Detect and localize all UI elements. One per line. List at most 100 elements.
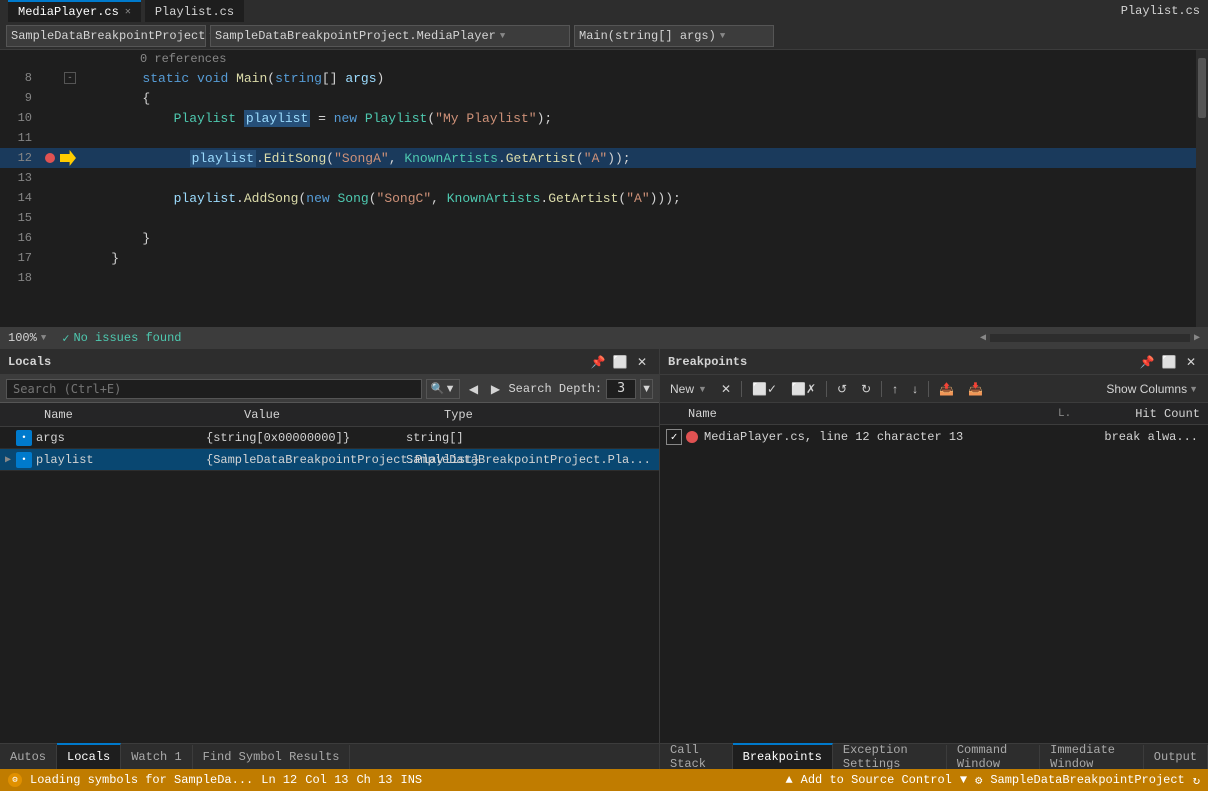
- bp-gutter-12[interactable]: [40, 153, 60, 163]
- class-dropdown-label: SampleDataBreakpointProject.MediaPlayer: [215, 29, 496, 43]
- line-num-16: 16: [0, 231, 40, 245]
- tab-breakpoints[interactable]: Breakpoints: [733, 743, 833, 769]
- status-bar: ⚙ Loading symbols for SampleDa... Ln 12 …: [0, 769, 1208, 791]
- locals-float-btn[interactable]: ⬜: [611, 353, 629, 371]
- bp-export-btn[interactable]: 📤: [933, 378, 960, 400]
- line-num-14: 14: [0, 191, 40, 205]
- issues-indicator: ✓ No issues found: [62, 331, 181, 346]
- status-col: Col 13: [305, 773, 348, 787]
- locals-pin-btn[interactable]: 📌: [589, 353, 607, 371]
- locals-search-input[interactable]: [6, 379, 422, 399]
- tab-output[interactable]: Output: [1144, 745, 1208, 769]
- tab-watch1-label: Watch 1: [131, 750, 181, 764]
- tab-immediate-window[interactable]: Immediate Window: [1040, 745, 1144, 769]
- project-dropdown-label: SampleDataBreakpointProject: [11, 29, 205, 43]
- bp-panel-controls: 📌 ⬜ ✕: [1138, 353, 1200, 371]
- locals-close-btn[interactable]: ✕: [633, 353, 651, 371]
- bp-pin-btn[interactable]: 📌: [1138, 353, 1156, 371]
- add-to-source-control[interactable]: Add to Source Control: [801, 773, 952, 787]
- project-dropdown[interactable]: SampleDataBreakpointProject ▼: [6, 25, 206, 47]
- method-dropdown[interactable]: Main(string[] args) ▼: [574, 25, 774, 47]
- tab-autos-label: Autos: [10, 750, 46, 764]
- locals-panel: Locals 📌 ⬜ ✕ 🔍▼ ◀ ▶ Search Depth: ▼ Name: [0, 349, 660, 769]
- bp-up-btn[interactable]: ↑: [886, 378, 904, 400]
- code-line-8: 8 - static void Main(string[] args): [0, 68, 1196, 88]
- editor-vscrollbar[interactable]: [1196, 50, 1208, 327]
- bp-refresh2-btn[interactable]: ↻: [855, 378, 877, 400]
- locals-row-args[interactable]: • args {string[0x00000000]} string[]: [0, 427, 659, 449]
- locals-nav-prev[interactable]: ◀: [464, 380, 482, 398]
- zoom-dropdown-arrow[interactable]: ▼: [41, 333, 46, 343]
- status-left: ⚙ Loading symbols for SampleDa... Ln 12 …: [8, 773, 422, 787]
- scroll-left[interactable]: ◀: [980, 332, 986, 344]
- bp-float-btn[interactable]: ⬜: [1160, 353, 1178, 371]
- code-line-11: 11: [0, 128, 1196, 148]
- tab-command-window-label: Command Window: [957, 743, 1029, 771]
- bp-row-1[interactable]: ✓ MediaPlayer.cs, line 12 character 13 b…: [660, 425, 1208, 449]
- scroll-indicator[interactable]: ◀ ▶: [980, 332, 1200, 344]
- row-type-args: string[]: [406, 431, 659, 445]
- bp-down-btn[interactable]: ↓: [906, 378, 924, 400]
- locals-row-playlist[interactable]: ▶ • playlist {SampleDataBreakpointProjec…: [0, 449, 659, 471]
- row-expand-playlist[interactable]: ▶: [0, 452, 16, 468]
- bp-name-1: MediaPlayer.cs, line 12 character 13: [704, 430, 1056, 444]
- code-container[interactable]: 0 references 8 - static void Main(string…: [0, 50, 1196, 327]
- bp-enable-all-btn[interactable]: ⬜✓: [746, 378, 783, 400]
- bp-close-btn[interactable]: ✕: [1182, 353, 1200, 371]
- tab-exception-settings[interactable]: Exception Settings: [833, 745, 947, 769]
- depth-input[interactable]: [606, 379, 636, 399]
- code-line-18: 18: [0, 268, 1196, 288]
- line-num-13: 13: [0, 171, 40, 185]
- bp-show-columns-btn[interactable]: Show Columns ▼: [1100, 378, 1204, 400]
- tab-playlistcs[interactable]: Playlist.cs: [145, 0, 244, 22]
- tab-locals[interactable]: Locals: [57, 743, 121, 769]
- check-icon: ✓: [62, 331, 69, 346]
- loading-text: Loading symbols for SampleDa...: [30, 773, 253, 787]
- bp-sep3: [881, 381, 882, 397]
- bp-new-arrow: ▼: [698, 384, 707, 394]
- collapse-8[interactable]: -: [60, 72, 80, 84]
- bp-panel-header: Breakpoints 📌 ⬜ ✕: [660, 349, 1208, 375]
- show-columns-label: Show Columns: [1106, 382, 1187, 396]
- tab-autos[interactable]: Autos: [0, 745, 57, 769]
- bp-tab-bar: Call Stack Breakpoints Exception Setting…: [660, 743, 1208, 769]
- bp-content: ✓ MediaPlayer.cs, line 12 character 13 b…: [660, 425, 1208, 743]
- locals-columns: Name Value Type: [0, 403, 659, 427]
- bp-import-btn[interactable]: 📥: [962, 378, 989, 400]
- bp-check-icon: ✓: [671, 430, 678, 444]
- zoom-control[interactable]: 100% ▼: [8, 331, 46, 345]
- depth-dropdown-btn[interactable]: ▼: [640, 379, 653, 399]
- editor-vscrollbar-thumb[interactable]: [1198, 58, 1206, 118]
- tab-mediaplayercs[interactable]: MediaPlayer.cs ✕: [8, 0, 141, 22]
- row-expand-args[interactable]: [0, 430, 16, 446]
- tab-callstack[interactable]: Call Stack: [660, 745, 733, 769]
- row-value-playlist: {SampleDataBreakpointProject.Playlist}: [206, 453, 406, 467]
- scroll-right[interactable]: ▶: [1194, 332, 1200, 344]
- line-num-18: 18: [0, 271, 40, 285]
- bp-sep4: [928, 381, 929, 397]
- tab-watch1[interactable]: Watch 1: [121, 745, 192, 769]
- bp-delete-btn[interactable]: ✕: [715, 378, 737, 400]
- line-14-text: playlist.AddSong(new Song("SongC", Known…: [80, 191, 681, 206]
- tab-callstack-label: Call Stack: [670, 743, 722, 771]
- tab-findsymbol-label: Find Symbol Results: [203, 750, 340, 764]
- tab-command-window[interactable]: Command Window: [947, 745, 1040, 769]
- locals-search-btn[interactable]: 🔍▼: [426, 379, 461, 399]
- tab-mediaplayercs-close[interactable]: ✕: [125, 6, 131, 18]
- bp-refresh1-btn[interactable]: ↺: [831, 378, 853, 400]
- bp-disable-all-btn[interactable]: ⬜✗: [785, 378, 822, 400]
- h-scrollbar[interactable]: [990, 334, 1190, 342]
- depth-label: Search Depth:: [508, 382, 602, 396]
- bp-new-btn[interactable]: New ▼: [664, 378, 713, 400]
- line-num-15: 15: [0, 211, 40, 225]
- up-arrow-icon: ▲: [785, 773, 792, 787]
- bp-checkbox-1[interactable]: ✓: [666, 429, 682, 445]
- code-lines: 8 - static void Main(string[] args) 9 { …: [0, 68, 1196, 327]
- status-ins: INS: [401, 773, 423, 787]
- bp-panel-title: Breakpoints: [668, 355, 747, 369]
- loading-icon: ⚙: [8, 773, 22, 787]
- class-dropdown[interactable]: SampleDataBreakpointProject.MediaPlayer …: [210, 25, 570, 47]
- tab-findsymbol[interactable]: Find Symbol Results: [193, 745, 351, 769]
- status-sync-icon: ↻: [1193, 773, 1200, 788]
- locals-nav-next[interactable]: ▶: [486, 380, 504, 398]
